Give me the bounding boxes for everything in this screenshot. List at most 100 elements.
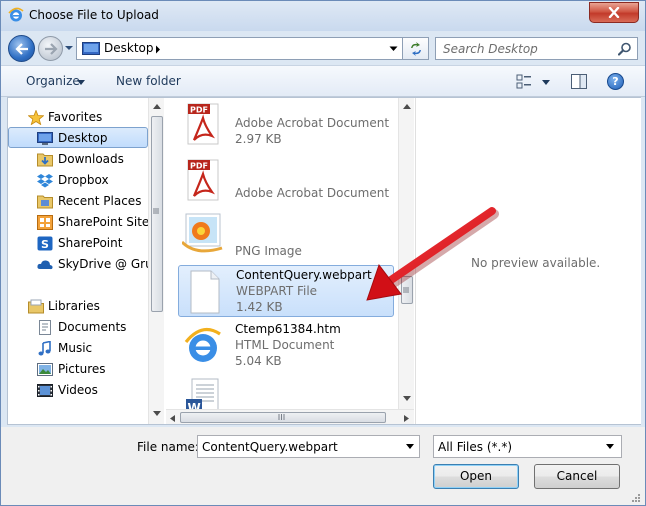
preview-pane-icon[interactable]	[571, 74, 587, 89]
sidebar-item-desktop[interactable]: Desktop	[8, 127, 148, 148]
sidebar-item-label: SkyDrive @ Grup	[58, 257, 148, 271]
chevron-down-icon[interactable]	[542, 80, 550, 85]
file-name-field[interactable]: ContentQuery.webpart	[197, 435, 420, 458]
file-item[interactable]: PNG Image	[178, 212, 394, 264]
title-bar[interactable]: Choose File to Upload	[1, 1, 645, 31]
sidebar-item-label: Videos	[58, 383, 98, 397]
file-size: 1.42 KB	[236, 300, 283, 314]
svg-text:W: W	[188, 401, 201, 409]
grip-icon	[278, 414, 285, 420]
chevron-down-icon[interactable]	[406, 444, 414, 449]
file-item[interactable]: W	[178, 375, 394, 409]
file-type: Adobe Acrobat Document	[235, 116, 390, 130]
sidebar-item-sharepoint-sites[interactable]: SharePoint Sites	[8, 212, 148, 233]
file-item[interactable]: Ctemp61384.htm HTML Document 5.04 KB	[178, 320, 394, 372]
sidebar-item-pictures[interactable]: Pictures	[8, 359, 148, 380]
file-size: 5.04 KB	[235, 354, 282, 368]
file-type-select[interactable]: All Files (*.*)	[433, 435, 622, 458]
nav-favorites[interactable]: Favorites	[8, 107, 148, 128]
scroll-down-icon[interactable]	[153, 411, 161, 416]
address-location[interactable]: Desktop	[104, 41, 154, 55]
address-bar[interactable]: Desktop	[76, 37, 403, 60]
breadcrumb-chevron-icon[interactable]	[155, 45, 161, 54]
libraries-icon	[28, 299, 44, 314]
close-icon	[608, 7, 620, 18]
change-view-icon[interactable]	[516, 74, 532, 89]
resize-grip-icon[interactable]	[631, 493, 641, 503]
navigation-scrollbar[interactable]	[148, 98, 164, 424]
grip-icon	[153, 208, 159, 214]
horizontal-scrollbar[interactable]	[166, 409, 414, 424]
navigation-pane: Favorites Desktop Downloads Dropbox Rece…	[8, 98, 148, 424]
sidebar-item-label: Music	[58, 341, 93, 355]
sharepoint-icon: S	[37, 236, 53, 251]
refresh-icon	[410, 41, 421, 56]
sidebar-item-recent-places[interactable]: Recent Places	[8, 191, 148, 212]
pictures-icon	[37, 363, 53, 376]
music-icon	[38, 341, 51, 356]
svg-text:PDF: PDF	[190, 162, 208, 171]
refresh-button[interactable]	[403, 37, 429, 60]
sidebar-item-documents[interactable]: Documents	[8, 317, 148, 338]
nav-libraries[interactable]: Libraries	[8, 296, 148, 317]
browser-panes: Favorites Desktop Downloads Dropbox Rece…	[7, 97, 641, 425]
internet-explorer-icon	[8, 7, 24, 22]
file-type: HTML Document	[235, 338, 335, 352]
window-title: Choose File to Upload	[29, 8, 159, 22]
sidebar-item-skydrive[interactable]: SkyDrive @ Grup	[8, 254, 148, 275]
file-list: PDF Adobe Acrobat Document 2.97 KB PDF A…	[166, 98, 398, 409]
sidebar-item-music[interactable]: Music	[8, 338, 148, 359]
generic-file-icon	[190, 270, 220, 314]
grip-icon	[403, 287, 409, 293]
scrollbar-thumb[interactable]	[151, 116, 163, 312]
desktop-icon	[37, 132, 53, 145]
scroll-right-icon[interactable]	[404, 415, 409, 422]
file-item[interactable]: PDF Adobe Acrobat Document	[178, 156, 394, 212]
sidebar-item-dropbox[interactable]: Dropbox	[8, 170, 148, 191]
file-item-selected[interactable]: ContentQuery.webpart WEBPART File 1.42 K…	[178, 265, 394, 317]
close-button[interactable]	[589, 2, 639, 23]
chevron-down-icon[interactable]	[77, 80, 85, 85]
search-icon[interactable]	[618, 42, 632, 56]
documents-icon	[39, 320, 51, 335]
internet-explorer-icon	[184, 327, 221, 362]
file-item[interactable]: PDF Adobe Acrobat Document 2.97 KB	[178, 98, 394, 156]
help-icon[interactable]: ?	[607, 73, 624, 90]
sidebar-item-downloads[interactable]: Downloads	[8, 149, 148, 170]
search-box[interactable]: Search Desktop	[435, 37, 638, 60]
cancel-button[interactable]: Cancel	[534, 464, 620, 489]
word-document-icon: W	[186, 378, 219, 409]
sidebar-item-videos[interactable]: Videos	[8, 380, 148, 401]
file-name-value[interactable]: ContentQuery.webpart	[202, 440, 338, 454]
new-folder-button[interactable]: New folder	[116, 74, 181, 88]
scroll-up-icon[interactable]	[153, 104, 161, 109]
organize-button[interactable]: Organize	[26, 74, 80, 88]
file-type: Adobe Acrobat Document	[235, 186, 390, 200]
forward-button[interactable]	[38, 36, 63, 61]
svg-text:S: S	[41, 238, 49, 251]
chevron-down-icon[interactable]	[389, 46, 398, 52]
recent-pages-dropdown-icon[interactable]	[64, 43, 74, 53]
search-input[interactable]: Search Desktop	[443, 42, 538, 56]
file-size: 2.97 KB	[235, 132, 282, 146]
pdf-icon: PDF	[187, 103, 219, 145]
file-type: PNG Image	[235, 244, 302, 258]
no-preview-message: No preview available.	[471, 256, 601, 270]
file-list-scrollbar[interactable]	[398, 98, 414, 409]
scroll-up-icon[interactable]	[403, 104, 411, 109]
chevron-down-icon[interactable]	[606, 444, 614, 449]
sidebar-item-sharepoint[interactable]: S SharePoint	[8, 233, 148, 254]
preview-pane: No preview available.	[415, 98, 641, 424]
arrow-right-icon	[44, 42, 58, 55]
sidebar-item-label: SharePoint	[58, 236, 123, 250]
file-type-value: All Files (*.*)	[438, 440, 513, 454]
file-name-label: File name:	[137, 440, 199, 454]
scroll-down-icon[interactable]	[403, 396, 411, 401]
open-button[interactable]: Open	[433, 464, 519, 489]
file-dialog-window: Choose File to Upload Desktop Search Des…	[0, 0, 646, 506]
skydrive-icon	[37, 260, 53, 270]
back-button[interactable]	[8, 35, 35, 62]
sidebar-item-label: Desktop	[58, 131, 108, 145]
videos-icon	[37, 384, 53, 397]
scroll-left-icon[interactable]	[170, 415, 175, 422]
